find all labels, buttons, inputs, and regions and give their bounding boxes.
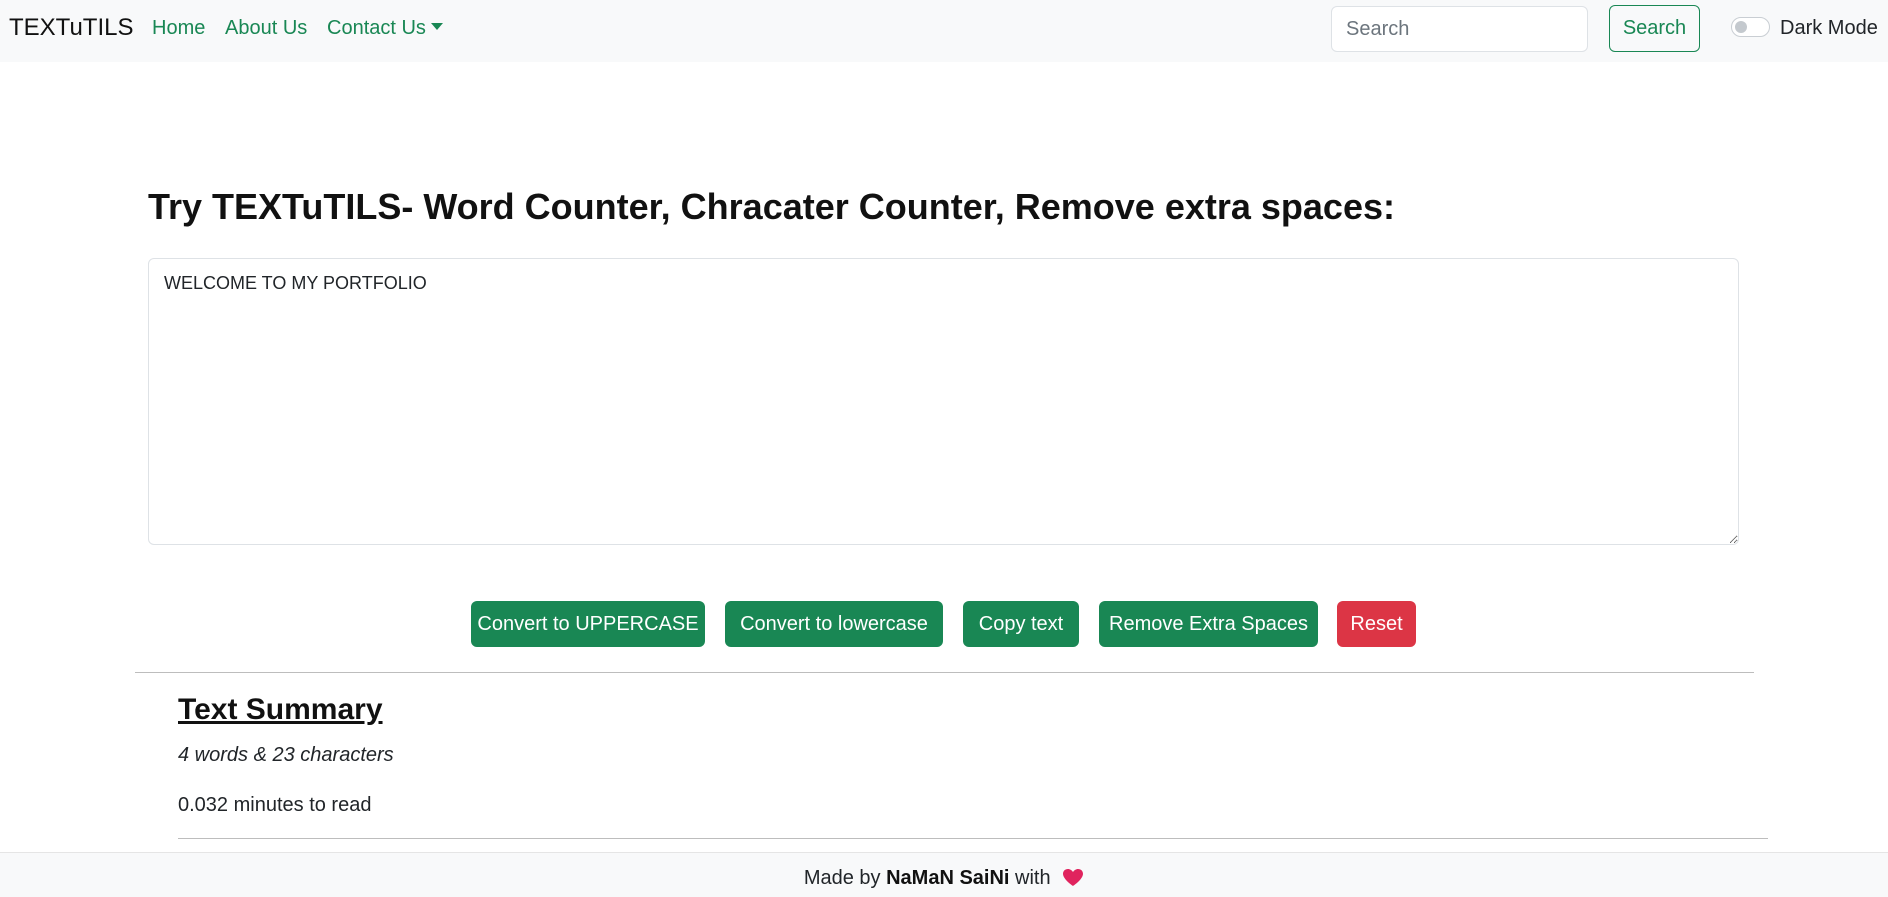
toggle-knob (1735, 21, 1747, 33)
divider (135, 672, 1754, 673)
copy-text-button[interactable]: Copy text (963, 601, 1079, 647)
search-input[interactable] (1331, 6, 1588, 52)
caret-down-icon (430, 23, 443, 30)
reset-button[interactable]: Reset (1337, 601, 1416, 647)
dark-mode-toggle[interactable] (1731, 17, 1770, 37)
convert-uppercase-button[interactable]: Convert to UPPERCASE (471, 601, 705, 647)
remove-extra-spaces-button[interactable]: Remove Extra Spaces (1099, 601, 1318, 647)
dark-mode-label: Dark Mode (1780, 17, 1878, 39)
word-character-count: 4 words & 23 characters (178, 744, 394, 766)
nav-link-about-us[interactable]: About Us (225, 17, 307, 40)
footer-author: NaMaN SaiNi (886, 867, 1010, 889)
summary-title: Text Summary (178, 693, 383, 726)
nav-link-contact-us-label: Contact Us (327, 17, 426, 39)
read-time: 0.032 minutes to read (178, 794, 372, 816)
footer: Made by NaMaN SaiNi with (0, 852, 1888, 897)
heart-icon (1062, 868, 1084, 893)
navbar: TEXTuTILS Home About Us Contact Us Searc… (0, 0, 1888, 62)
search-button[interactable]: Search (1609, 5, 1700, 52)
convert-lowercase-button[interactable]: Convert to lowercase (725, 601, 943, 647)
brand-logo-text[interactable]: TEXTuTILS (9, 14, 133, 42)
divider (178, 838, 1768, 839)
nav-dropdown-contact-us[interactable]: Contact Us (327, 17, 443, 40)
page-heading: Try TEXTuTILS- Word Counter, Chracater C… (148, 186, 1395, 227)
nav-link-home[interactable]: Home (152, 17, 205, 40)
footer-suffix: with (1015, 867, 1051, 889)
text-input-area[interactable] (148, 258, 1739, 545)
footer-prefix: Made by (803, 867, 881, 889)
